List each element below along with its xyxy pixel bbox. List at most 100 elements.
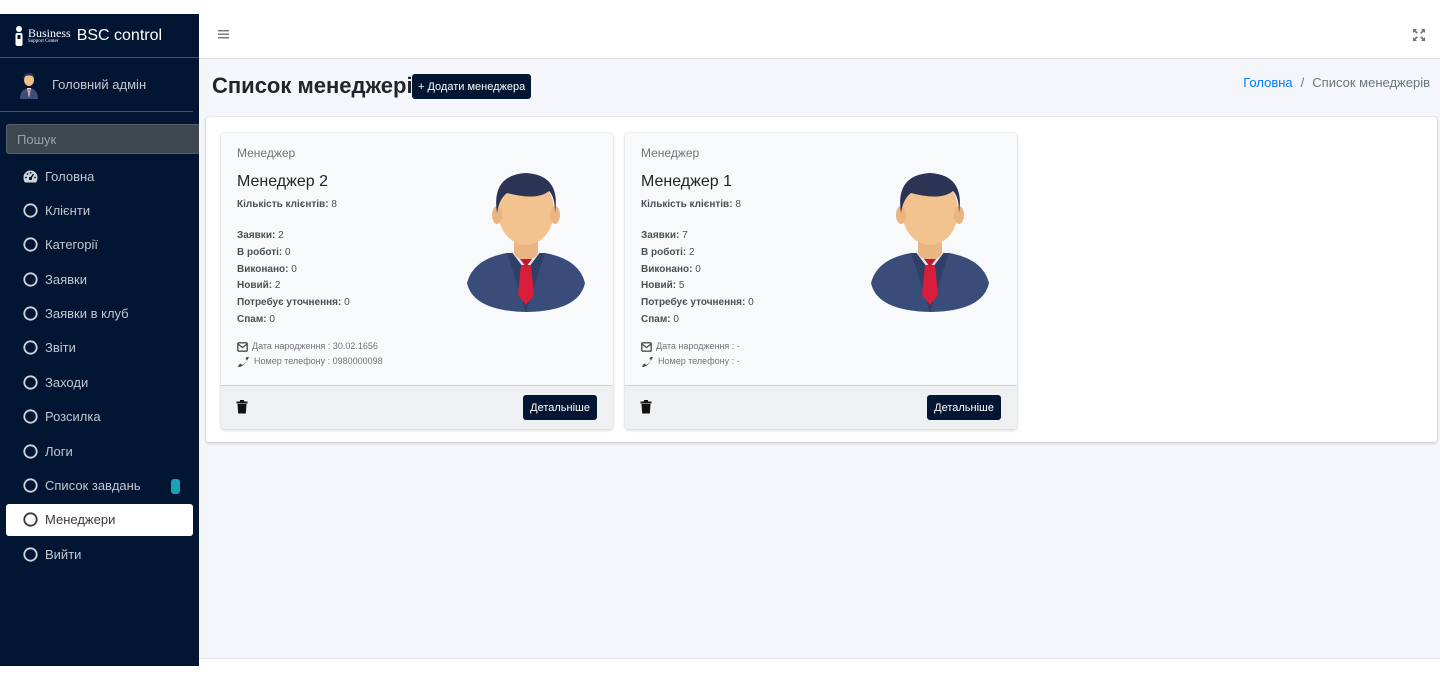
circle-icon [22, 374, 38, 390]
sidebar-search [6, 124, 218, 154]
manager-contacts: Дата народження : 30.02.1656 Номер телеф… [237, 339, 383, 369]
fullscreen-icon[interactable] [1412, 28, 1426, 42]
content-wrapper: Список менеджерів + Додати менеджера Гол… [199, 59, 1440, 658]
envelope-icon [641, 341, 652, 352]
circle-icon [22, 546, 38, 562]
breadcrumb-separator: / [1300, 75, 1305, 90]
phone-icon [642, 356, 653, 367]
sidebar-item-logs[interactable]: Логи [6, 435, 193, 467]
circle-icon [22, 409, 38, 425]
birth-date: Дата народження : - [656, 341, 740, 351]
phone-row: Номер телефону : 0980000098 [237, 354, 383, 369]
manager-stats: Заявки: 2 В роботі: 0 Виконано: 0 Новий:… [237, 228, 350, 329]
manager-avatar-icon [871, 173, 989, 312]
stat-clarify: Потребує уточнення: 0 [237, 297, 350, 309]
stat-spam: Спам: 0 [237, 313, 275, 325]
stat-clarify: Потребує уточнення: 0 [641, 297, 754, 309]
sidebar-item-mailing[interactable]: Розсилка [6, 401, 193, 433]
stat-requests: Заявки: 7 [641, 230, 688, 241]
tasks-badge [171, 478, 180, 494]
circle-icon [22, 237, 38, 253]
managers-card-container: Менеджер Менеджер 2 Кількість клієнтів: … [206, 117, 1437, 442]
manager-card: Менеджер Менеджер 2 Кількість клієнтів: … [221, 133, 613, 429]
manager-contacts: Дата народження : - Номер телефону : - [641, 339, 740, 369]
stat-in-work: В роботі: 0 [237, 246, 291, 258]
brand-logo: Business Support Center [14, 25, 71, 47]
manager-stats: Заявки: 7 В роботі: 2 Виконано: 0 Новий:… [641, 228, 754, 329]
circle-icon [22, 478, 38, 494]
sidebar-item-label: Заявки в клуб [45, 306, 129, 322]
sidebar-item-label: Логи [45, 443, 73, 459]
sidebar-item-label: Розсилка [45, 409, 101, 425]
sidebar-item-label: Список завдань [45, 478, 141, 494]
sidebar-item-label: Заходи [45, 374, 89, 390]
sidebar-item-managers[interactable]: Менеджери [6, 503, 193, 536]
search-input[interactable] [6, 124, 203, 154]
birth-date-row: Дата народження : 30.02.1656 [237, 339, 383, 354]
sidebar-item-club-requests[interactable]: Заявки в клуб [6, 298, 193, 330]
user-name: Головний адмін [52, 77, 147, 92]
sidebar-item-events[interactable]: Заходи [6, 366, 193, 398]
circle-icon [22, 271, 38, 287]
stat-new: Новий: 2 [237, 280, 281, 292]
sidebar-item-label: Категорії [45, 237, 98, 253]
phone-icon [238, 356, 249, 367]
stat-spam: Спам: 0 [641, 313, 679, 325]
clients-label: Кількість клієнтів: [641, 199, 733, 210]
add-manager-button[interactable]: + Додати менеджера [412, 74, 532, 99]
birth-date: Дата народження : 30.02.1656 [252, 341, 378, 351]
sidebar: Business Support Center BSC control Голо… [0, 14, 218, 666]
envelope-icon [237, 341, 248, 352]
clients-value: 8 [735, 199, 741, 210]
sidebar-item-label: Клієнти [45, 202, 91, 218]
top-navbar [199, 14, 1440, 59]
brand-title: BSC control [76, 26, 163, 44]
sidebar-item-label: Заявки [45, 271, 87, 287]
phone-number: Номер телефону : - [658, 356, 740, 366]
breadcrumb-home-link[interactable]: Головна [1243, 75, 1292, 90]
circle-icon [22, 340, 38, 356]
clients-label: Кількість клієнтів: [237, 199, 329, 210]
sidebar-item-categories[interactable]: Категорії [6, 229, 193, 261]
sidebar-item-requests[interactable]: Заявки [6, 263, 193, 295]
manager-card-footer: Детальніше [221, 385, 613, 429]
clients-value: 8 [331, 199, 337, 210]
details-button[interactable]: Детальніше [523, 395, 597, 420]
manager-name: Менеджер 1 [641, 173, 732, 190]
brand-figure-icon [15, 25, 23, 46]
circle-icon [22, 512, 38, 528]
manager-card-header: Менеджер [641, 146, 700, 160]
page-footer [199, 658, 1440, 666]
hamburger-menu-icon[interactable] [217, 27, 231, 41]
circle-icon [22, 306, 38, 322]
manager-clients-count: Кількість клієнтів: 8 [641, 199, 741, 210]
phone-row: Номер телефону : - [641, 354, 740, 369]
birth-date-row: Дата народження : - [641, 339, 740, 354]
details-button[interactable]: Детальніше [927, 395, 1001, 420]
dashboard-icon [22, 168, 38, 184]
sidebar-item-label: Звіти [45, 340, 76, 356]
sidebar-nav: Головна Клієнти Категорії Заявки Заявки … [0, 160, 199, 570]
stat-done: Виконано: 0 [237, 263, 297, 275]
page-title: Список менеджерів [212, 73, 427, 98]
breadcrumb-current: Список менеджерів [1312, 75, 1430, 90]
sidebar-item-label: Вийти [45, 546, 82, 562]
sidebar-item-clients[interactable]: Клієнти [6, 194, 193, 226]
sidebar-item-home[interactable]: Головна [6, 160, 193, 192]
user-panel[interactable]: Головний адмін [0, 58, 193, 112]
stat-new: Новий: 5 [641, 280, 685, 292]
trash-icon[interactable] [236, 400, 248, 414]
manager-card: Менеджер Менеджер 1 Кількість клієнтів: … [625, 133, 1017, 429]
sidebar-item-tasks[interactable]: Список завдань [6, 470, 193, 502]
sidebar-item-label: Менеджери [45, 512, 116, 528]
circle-icon [22, 443, 38, 459]
sidebar-item-logout[interactable]: Вийти [6, 538, 193, 570]
brand-logo-big: Business [28, 26, 71, 40]
stat-done: Виконано: 0 [641, 263, 701, 275]
brand-logo-small: Support Center [28, 39, 59, 44]
breadcrumb: Головна / Список менеджерів [1243, 75, 1430, 90]
brand-link[interactable]: Business Support Center BSC control [0, 14, 199, 58]
trash-icon[interactable] [640, 400, 652, 414]
user-avatar-icon [20, 72, 38, 99]
sidebar-item-reports[interactable]: Звіти [6, 332, 193, 364]
